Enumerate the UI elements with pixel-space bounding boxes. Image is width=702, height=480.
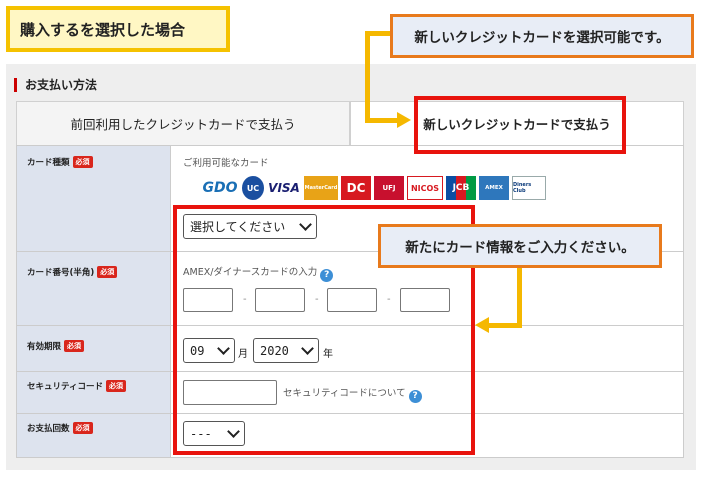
required-badge: 必須 — [72, 156, 93, 168]
visa-logo: VISA — [267, 176, 301, 200]
payment-method-title: お支払い方法 — [25, 78, 98, 92]
dc-logo: DC — [341, 176, 371, 200]
new-card-callout: 新しいクレジットカードを選択可能です。 — [390, 14, 694, 58]
card-type-label: カード種類 — [27, 158, 70, 168]
new-card-callout-text: 新しいクレジットカードを選択可能です。 — [414, 30, 670, 46]
card-type-label-cell: カード種類 必須 — [17, 146, 171, 251]
expiry-label: 有効期限 — [27, 342, 62, 352]
required-badge: 必須 — [97, 266, 118, 278]
tab-previous-card-label: 前回利用したクレジットカードで支払う — [70, 117, 296, 132]
diners-logo: Diners Club — [512, 176, 546, 200]
arrow-line — [365, 31, 370, 123]
uc-logo: UC — [242, 176, 264, 200]
required-badge: 必須 — [72, 422, 93, 434]
main-title-text: 購入するを選択した場合 — [20, 20, 186, 39]
input-callout: 新たにカード情報をご入力ください。 — [378, 224, 662, 268]
payment-method-heading: お支払い方法 — [14, 76, 97, 93]
available-cards-text: ご利用可能なカード — [183, 158, 269, 169]
installments-label-cell: お支払回数 必須 — [17, 414, 171, 457]
gdo-logo: GDO — [201, 176, 239, 200]
nicos-logo: NICOS — [407, 176, 443, 200]
security-code-label-cell: セキュリティコード 必須 — [17, 372, 171, 413]
tab-previous-card[interactable]: 前回利用したクレジットカードで支払う — [16, 101, 350, 145]
mastercard-logo: MasterCard — [304, 176, 338, 200]
arrow-right-icon — [397, 112, 411, 128]
amex-logo: AMEX — [479, 176, 509, 200]
security-code-label: セキュリティコード — [27, 382, 103, 392]
card-brand-logos: GDO UC VISA MasterCard DC UFJ NICOS JCB … — [201, 176, 546, 200]
new-card-tab-highlight — [414, 96, 626, 154]
arrow-line — [488, 323, 522, 328]
arrow-line — [517, 268, 522, 328]
jcb-logo: JCB — [446, 176, 476, 200]
arrow-left-icon — [475, 317, 489, 333]
input-callout-text: 新たにカード情報をご入力ください。 — [405, 240, 635, 256]
card-number-label: カード番号(半角) — [27, 268, 95, 278]
required-badge: 必須 — [106, 380, 126, 392]
arrow-line — [365, 118, 399, 123]
card-number-label-cell: カード番号(半角) 必須 — [17, 252, 171, 325]
installments-label: お支払回数 — [27, 424, 70, 434]
expiry-label-cell: 有効期限 必須 — [17, 326, 171, 371]
heading-accent-bar — [14, 77, 17, 92]
ufj-logo: UFJ — [374, 176, 404, 200]
main-title-callout: 購入するを選択した場合 — [6, 6, 230, 52]
required-badge: 必須 — [64, 340, 85, 352]
